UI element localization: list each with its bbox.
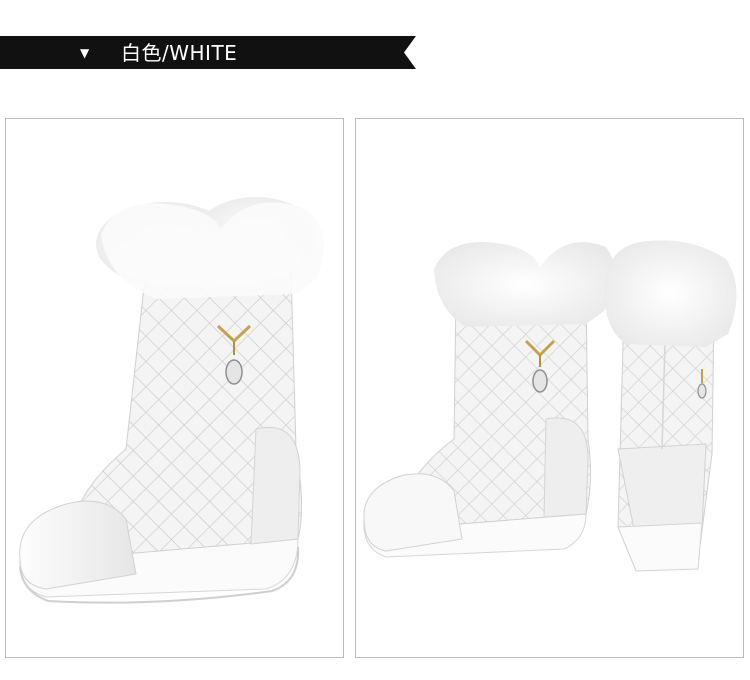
triangle-down-icon: ▼ bbox=[80, 46, 90, 60]
product-photo-pair-view bbox=[355, 118, 744, 658]
color-label: 白色/WHITE bbox=[121, 41, 238, 65]
color-header-banner: ▼ 白色/WHITE bbox=[0, 36, 416, 69]
product-photo-side-view bbox=[5, 118, 344, 658]
